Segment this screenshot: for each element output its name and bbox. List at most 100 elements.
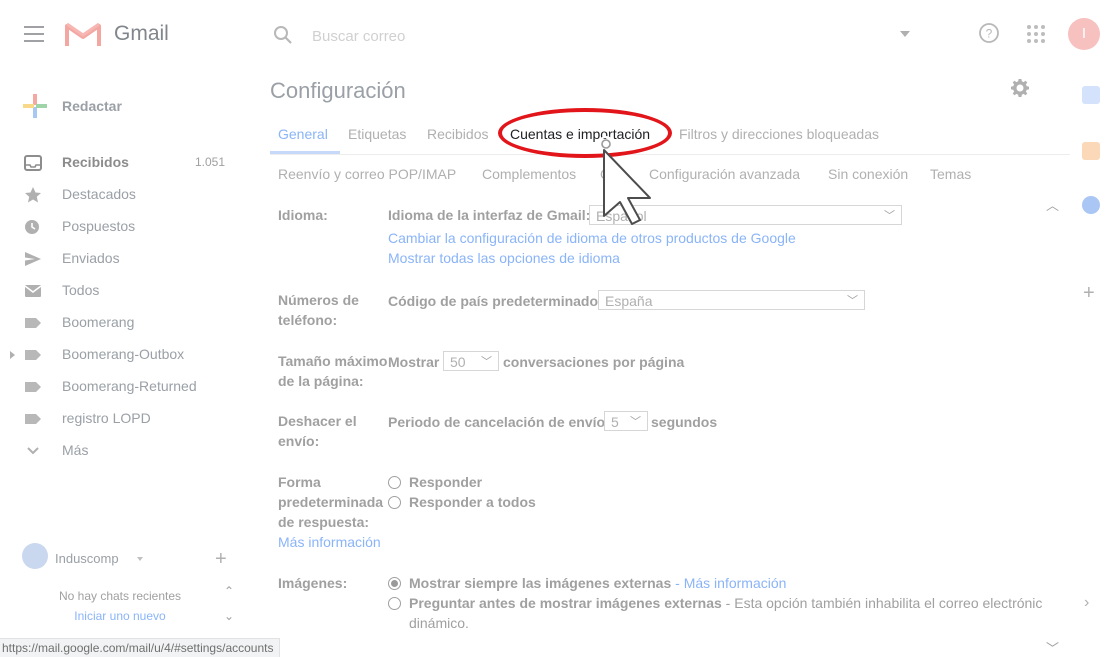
gear-icon[interactable]: [1010, 78, 1030, 98]
expand-arrow-icon[interactable]: [10, 351, 15, 359]
top-bar: Gmail ? I: [0, 0, 1116, 68]
sidebar-item-sent[interactable]: Enviados: [0, 243, 240, 275]
hangouts-status-caret-icon[interactable]: [137, 557, 143, 561]
hangouts-avatar[interactable]: [22, 543, 48, 569]
ask-before-images-text: Preguntar antes de mostrar imágenes exte…: [409, 595, 722, 611]
reply-option-label: Responder: [409, 474, 483, 490]
reply-radio[interactable]: [388, 476, 401, 489]
select-value: España: [605, 293, 653, 309]
compose-plus-icon: [23, 94, 47, 118]
sidebar-item-all-mail[interactable]: Todos: [0, 275, 240, 307]
phone-label-line2: teléfono:: [278, 312, 338, 328]
scroll-down-icon[interactable]: ﹀: [1046, 638, 1059, 657]
country-code-label: Código de país predeterminado:: [388, 293, 603, 309]
sidebar-item-registro-lopd[interactable]: registro LOPD: [0, 403, 240, 435]
new-chat-plus-icon[interactable]: +: [215, 548, 227, 571]
search-options-icon[interactable]: [900, 31, 910, 37]
tab-forwarding-pop-imap[interactable]: Reenvío y correo POP/IMAP: [278, 166, 456, 182]
chevron-up-icon[interactable]: ⌃: [224, 584, 234, 598]
tab-labels[interactable]: Etiquetas: [348, 126, 406, 142]
sidebar-item-label: Más: [62, 442, 89, 458]
gmail-wordmark[interactable]: Gmail: [114, 22, 169, 46]
always-show-images-radio[interactable]: [388, 577, 401, 590]
phone-label: Números de teléfono:: [278, 290, 359, 330]
tab-advanced[interactable]: Configuración avanzada: [649, 166, 800, 182]
tab-themes[interactable]: Temas: [930, 166, 971, 182]
reply-label: Forma predeterminada de respuesta:: [278, 472, 383, 532]
sidebar-item-label: Pospuestos: [62, 218, 136, 234]
sidebar-item-label: Recibidos: [62, 154, 129, 170]
reply-more-info-link[interactable]: Más información: [278, 534, 381, 550]
separator: -: [671, 575, 684, 591]
page-size-label: Tamaño máximo de la página:: [278, 351, 387, 391]
tab-offline[interactable]: Sin conexión: [828, 166, 908, 182]
tab-inbox[interactable]: Recibidos: [427, 126, 488, 142]
tab-general[interactable]: General: [278, 126, 328, 142]
reply-label-line2: predeterminada: [278, 494, 384, 510]
reply-label-line3: de respuesta:: [278, 514, 370, 530]
tab-filters-blocked[interactable]: Filtros y direcciones bloqueadas: [679, 126, 879, 142]
sidebar-item-boomerang-returned[interactable]: Boomerang-Returned: [0, 371, 240, 403]
select-value: 50: [450, 354, 466, 370]
undo-send-select[interactable]: 5 ﹀: [604, 411, 648, 431]
apps-grid-icon[interactable]: [1026, 24, 1046, 44]
sidebar-item-boomerang-outbox[interactable]: Boomerang-Outbox: [0, 339, 240, 371]
label-icon: [25, 382, 41, 392]
tab-addons[interactable]: Complementos: [482, 166, 576, 182]
account-avatar[interactable]: I: [1068, 18, 1100, 50]
keep-icon[interactable]: [1082, 142, 1100, 160]
calendar-icon[interactable]: [1082, 86, 1100, 104]
sidebar-item-label: Boomerang: [62, 314, 135, 330]
inbox-icon: [24, 155, 42, 171]
sidebar-item-starred[interactable]: Destacados: [0, 179, 240, 211]
main-menu-icon[interactable]: [24, 26, 44, 42]
undo-send-suffix: segundos: [651, 414, 718, 430]
country-code-select[interactable]: España ﹀: [598, 290, 865, 310]
chevron-down-icon[interactable]: ⌄: [224, 609, 234, 623]
sidebar-item-label: Destacados: [62, 186, 136, 202]
search-icon[interactable]: [272, 24, 294, 46]
page-size-suffix: conversaciones por página: [503, 354, 685, 370]
mouse-cursor-icon: [598, 136, 651, 225]
sidebar-item-label: registro LOPD: [62, 410, 151, 426]
ask-before-images-description-cont: dinámico.: [409, 615, 469, 631]
sidebar-item-more[interactable]: Más: [0, 435, 240, 467]
undo-send-prefix: Periodo de cancelación de envío:: [388, 414, 610, 430]
tabs-divider: [270, 154, 1070, 155]
chevron-down-icon: ﹀: [481, 356, 492, 368]
start-new-chat-link[interactable]: Iniciar uno nuevo: [0, 609, 240, 623]
undo-send-label-line2: envío:: [278, 433, 320, 449]
sidebar-item-label: Enviados: [62, 250, 120, 266]
sidebar-item-boomerang[interactable]: Boomerang: [0, 307, 240, 339]
chevron-down-icon: ﹀: [847, 295, 858, 307]
tasks-icon[interactable]: [1082, 196, 1100, 214]
search-input[interactable]: [310, 24, 874, 48]
gmail-logo-icon[interactable]: [64, 20, 102, 48]
change-language-link[interactable]: Cambiar la configuración de idioma de ot…: [388, 230, 796, 246]
sidebar-item-inbox[interactable]: Recibidos 1.051: [0, 147, 240, 179]
images-more-info-link[interactable]: Más información: [684, 575, 787, 591]
page-size-select[interactable]: 50 ﹀: [443, 351, 499, 371]
scroll-up-icon[interactable]: ︿: [1046, 195, 1059, 214]
page-size-label-line2: de la página:: [278, 373, 364, 389]
hangouts-user-name[interactable]: Induscomp: [55, 551, 119, 566]
language-label: Idioma:: [278, 207, 328, 223]
get-addons-plus-icon[interactable]: +: [1083, 282, 1095, 305]
sidebar-item-snoozed[interactable]: Pospuestos: [0, 211, 240, 243]
ask-before-images-description: - Esta opción también inhabilita el corr…: [721, 595, 1043, 611]
svg-text:?: ?: [986, 27, 993, 41]
reply-all-radio[interactable]: [388, 496, 401, 509]
show-language-options-link[interactable]: Mostrar todas las opciones de idioma: [388, 250, 620, 266]
ask-before-images-radio[interactable]: [388, 597, 401, 610]
compose-label: Redactar: [62, 98, 122, 114]
help-icon[interactable]: ?: [978, 22, 1000, 44]
undo-send-label-line1: Deshacer el: [278, 413, 357, 429]
page-size-prefix: Mostrar: [388, 354, 440, 370]
clock-icon: [25, 220, 39, 234]
chevron-down-icon: ﹀: [884, 210, 895, 222]
status-bar-url: https://mail.google.com/mail/u/4/#settin…: [0, 638, 281, 657]
undo-send-label: Deshacer el envío:: [278, 411, 357, 451]
sidebar-item-label: Todos: [62, 282, 100, 298]
phone-label-line1: Números de: [278, 292, 359, 308]
chevron-right-icon[interactable]: ›: [1084, 594, 1089, 612]
